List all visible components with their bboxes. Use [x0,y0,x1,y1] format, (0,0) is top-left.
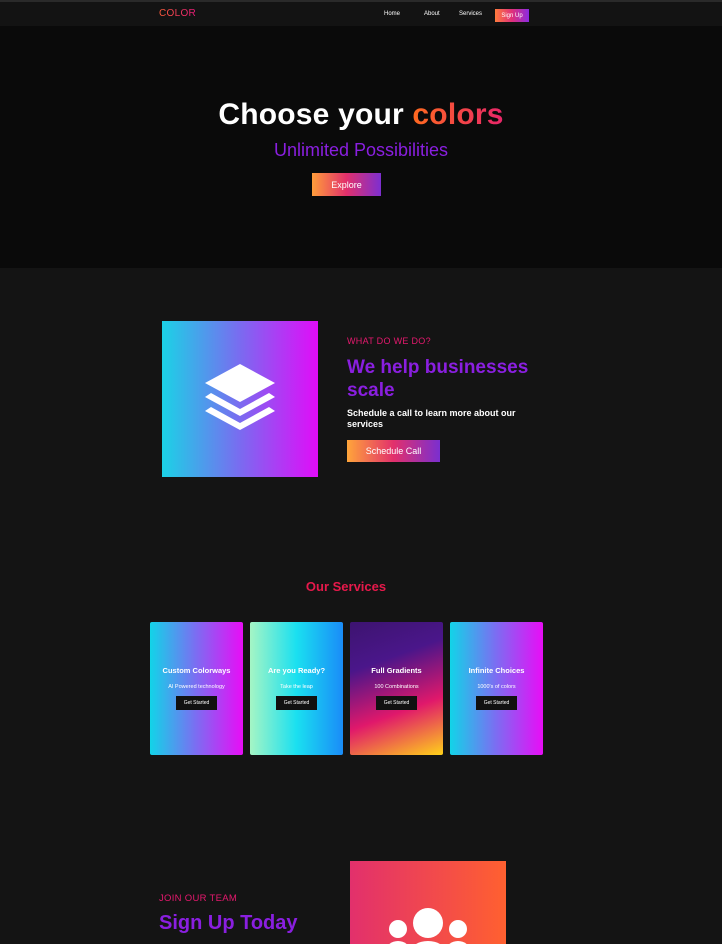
nav-link-services[interactable]: Services [459,11,482,17]
service-card-subtitle: 100 Combinations [374,684,419,690]
join-image [350,861,506,944]
service-card: Infinite Choices 1000's of colors Get St… [450,622,543,755]
explore-button[interactable]: Explore [312,173,381,196]
get-started-button[interactable]: Get Started [376,696,417,710]
hero-subtitle: Unlimited Possibilities [273,140,449,160]
hero-title: Choose your colors [0,98,722,132]
hero-title-accent: colors [412,98,504,131]
layers-icon [205,364,275,430]
about-eyebrow: WHAT DO WE DO? [347,336,431,346]
navbar: COLOR Home About Services Sign Up [0,2,722,26]
service-card: Custom Colorways AI Powered technology G… [150,622,243,755]
hero-title-main: Choose your [218,98,413,131]
service-card-title: Full Gradients [371,666,422,675]
join-title: Sign Up Today [159,912,298,934]
about-description: Schedule a call to learn more about our … [347,408,516,429]
schedule-call-button[interactable]: Schedule Call [347,440,440,462]
about-title: We help businesses scale [347,357,529,401]
service-card-title: Are you Ready? [267,666,326,675]
nav-links: Home About Services Sign Up [0,8,722,22]
join-eyebrow: JOIN OUR TEAM [159,893,238,904]
about-image [162,321,318,477]
nav-link-home[interactable]: Home [384,11,400,17]
service-card: Are you Ready? Take the leap Get Started [250,622,343,755]
service-card: Full Gradients 100 Combinations Get Star… [350,622,443,755]
get-started-button[interactable]: Get Started [176,696,217,710]
service-card-title: Custom Colorways [162,666,231,675]
signup-button[interactable]: Sign Up [495,9,529,22]
services-heading: Our Services [305,579,387,594]
service-card-subtitle: Take the leap [280,684,313,690]
service-card-subtitle: 1000's of colors [477,684,516,690]
get-started-button[interactable]: Get Started [276,696,317,710]
hero-section: Choose your colors Unlimited Possibiliti… [0,26,722,268]
service-card-subtitle: AI Powered technology [168,684,225,690]
service-card-title: Infinite Choices [468,666,525,675]
get-started-button[interactable]: Get Started [476,696,517,710]
users-icon [389,908,467,944]
nav-link-about[interactable]: About [424,11,440,17]
